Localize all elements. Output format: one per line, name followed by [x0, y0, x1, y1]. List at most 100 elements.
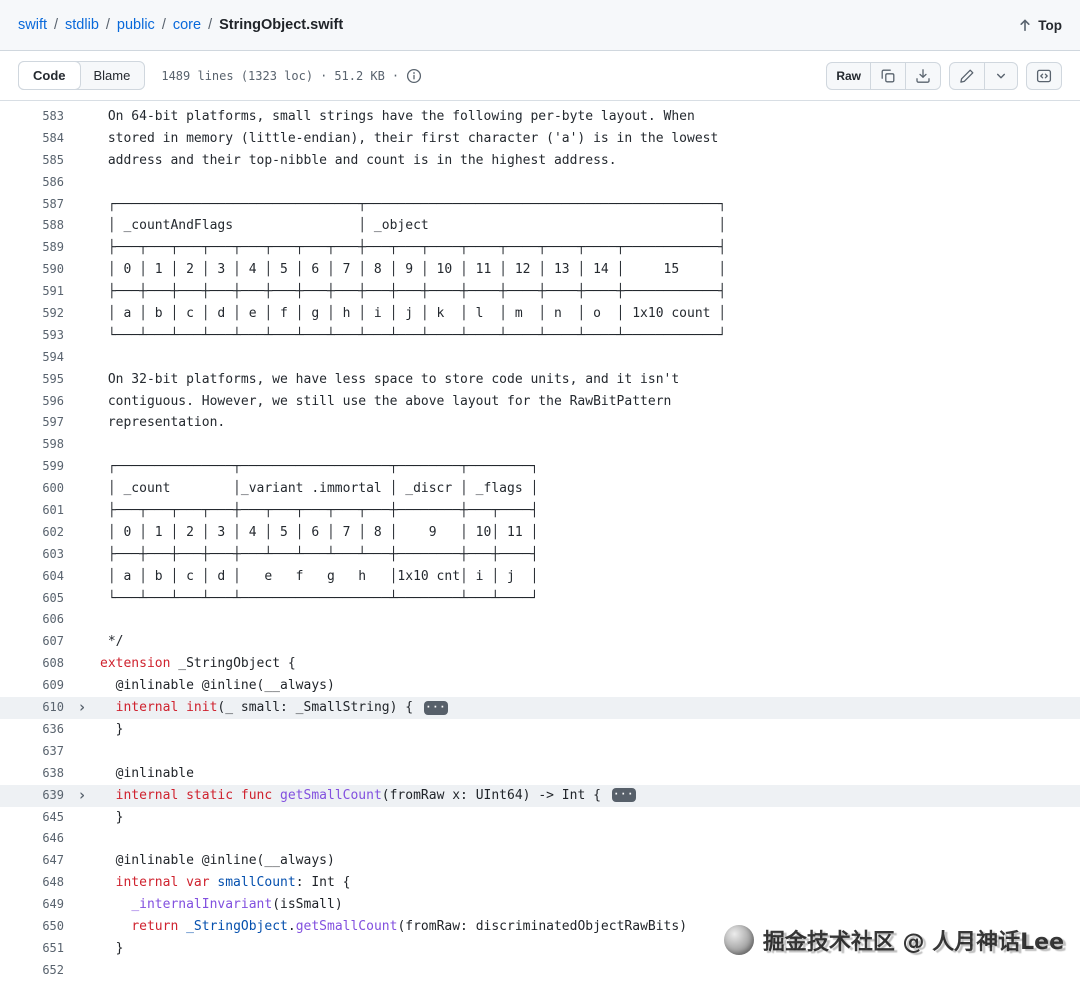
line-number[interactable]: 608 [0, 653, 64, 675]
line-number[interactable]: 583 [0, 106, 64, 128]
code-token: (isSmall) [272, 897, 343, 913]
code-token: getSmallCount [295, 918, 398, 934]
code-line-608: 608 extension _StringObject { [0, 653, 1080, 675]
breadcrumb-link-public[interactable]: public [117, 17, 155, 33]
breadcrumb-link-core[interactable]: core [173, 17, 201, 33]
code-line-593: 593 └───┴───┴───┴───┴───┴───┴───┴───┴───… [0, 325, 1080, 347]
line-number[interactable]: 605 [0, 588, 64, 610]
code-token: representation. [100, 415, 226, 431]
code-text: @inlinable @inline(__always) [100, 675, 335, 697]
line-number[interactable]: 646 [0, 828, 64, 850]
line-number[interactable]: 588 [0, 215, 64, 237]
code-token: On 64-bit platforms, small strings have … [100, 109, 695, 124]
code-line-602: 602 │ 0 │ 1 │ 2 │ 3 │ 4 │ 5 │ 6 │ 7 │ 8 … [0, 522, 1080, 544]
line-number[interactable]: 591 [0, 281, 64, 303]
line-number[interactable]: 610 [0, 697, 64, 719]
line-number[interactable]: 645 [0, 807, 64, 829]
line-number[interactable]: 636 [0, 719, 64, 741]
expand-collapsed-code-button[interactable]: ··· [423, 700, 448, 715]
code-token: internal static func [115, 787, 273, 803]
code-line-645: 645 } [0, 807, 1080, 829]
code-line-594: 594 [0, 347, 1080, 369]
code-token: (fromRaw: discriminatedObjectRawBits) [397, 918, 688, 934]
edit-file-button[interactable] [949, 61, 985, 90]
scroll-to-top-button[interactable]: Top [1017, 17, 1062, 33]
raw-button[interactable]: Raw [826, 61, 871, 90]
line-number[interactable]: 598 [0, 434, 64, 456]
line-number[interactable]: 584 [0, 128, 64, 150]
breadcrumb: swift / stdlib / public / core / StringObject.sw… [18, 17, 343, 33]
code-line-590: 590 │ 0 │ 1 │ 2 │ 3 │ 4 │ 5 │ 6 │ 7 │ 8 … [0, 259, 1080, 281]
code-text: representation. [100, 412, 225, 434]
line-number[interactable]: 603 [0, 544, 64, 566]
code-line-636: 636 } [0, 719, 1080, 741]
code-token: ├───┼───┼───┼───┼───┼───┼───┼───┼───┼───… [100, 284, 727, 300]
code-text: internal init(_ small: _SmallString) { ·… [100, 697, 448, 719]
line-number[interactable]: 599 [0, 456, 64, 478]
line-number[interactable]: 585 [0, 150, 64, 172]
code-line-591: 591 ├───┼───┼───┼───┼───┼───┼───┼───┼───… [0, 281, 1080, 303]
copy-raw-button[interactable] [871, 61, 906, 90]
line-number[interactable]: 592 [0, 303, 64, 325]
code-line-648: 648 internal var smallCount: Int { [0, 872, 1080, 894]
line-number[interactable]: 648 [0, 872, 64, 894]
line-number[interactable]: 600 [0, 478, 64, 500]
line-number[interactable]: 593 [0, 325, 64, 347]
code-token: │ a │ b │ c │ d │ e f g h │1x10 cnt│ i │… [100, 568, 539, 584]
code-token: (fromRaw x: UInt64) -> Int { [381, 787, 609, 803]
line-number[interactable]: 639 [0, 785, 64, 807]
code-token: On 32-bit platforms, we have less space … [100, 371, 680, 387]
code-line-589: 589 ├───┬───┬───┬───┬───┬───┬───┬───┼───… [0, 237, 1080, 259]
line-number[interactable]: 638 [0, 763, 64, 785]
code-line-584: 584 stored in memory (little-endian), th… [0, 128, 1080, 150]
code-token: @inlinable [100, 765, 194, 781]
copy-icon [881, 69, 895, 82]
top-button-label: Top [1038, 17, 1062, 33]
line-number[interactable]: 647 [0, 850, 64, 872]
line-number[interactable]: 652 [0, 960, 64, 982]
code-token: : Int { [295, 875, 351, 891]
download-raw-button[interactable] [906, 61, 941, 90]
line-number[interactable]: 587 [0, 194, 64, 216]
line-number[interactable]: 609 [0, 675, 64, 697]
line-number[interactable]: 602 [0, 522, 64, 544]
line-number[interactable]: 604 [0, 566, 64, 588]
line-number[interactable]: 589 [0, 237, 64, 259]
info-icon[interactable] [406, 68, 422, 84]
tab-blame[interactable]: Blame [80, 62, 145, 89]
tab-code[interactable]: Code [18, 61, 81, 90]
line-number[interactable]: 649 [0, 894, 64, 916]
symbols-panel-button[interactable] [1026, 61, 1062, 90]
breadcrumb-link-stdlib[interactable]: stdlib [65, 17, 99, 33]
code-text: └───┴───┴───┴───┴───┴───┴───┴───┴───┴───… [100, 325, 726, 347]
line-number[interactable]: 597 [0, 412, 64, 434]
line-number[interactable]: 590 [0, 259, 64, 281]
line-number[interactable]: 594 [0, 347, 64, 369]
fold-chevron-icon[interactable]: › [64, 785, 100, 807]
line-number[interactable]: 637 [0, 741, 64, 763]
breadcrumb-link-swift[interactable]: swift [18, 17, 47, 33]
code-token: _StringObject [186, 918, 288, 934]
line-number[interactable]: 601 [0, 500, 64, 522]
line-number[interactable]: 596 [0, 391, 64, 413]
line-number[interactable]: 606 [0, 609, 64, 631]
line-number[interactable]: 586 [0, 172, 64, 194]
expand-collapsed-code-button[interactable]: ··· [611, 788, 636, 803]
line-number[interactable]: 651 [0, 938, 64, 960]
fold-chevron-icon[interactable]: › [64, 697, 100, 719]
line-number[interactable]: 607 [0, 631, 64, 653]
line-number[interactable]: 650 [0, 916, 64, 938]
edit-dropdown-button[interactable] [985, 61, 1018, 90]
code-text: address and their top-nibble and count i… [100, 150, 617, 172]
line-number[interactable]: 595 [0, 369, 64, 391]
code-line-609: 609 @inlinable @inline(__always) [0, 675, 1080, 697]
